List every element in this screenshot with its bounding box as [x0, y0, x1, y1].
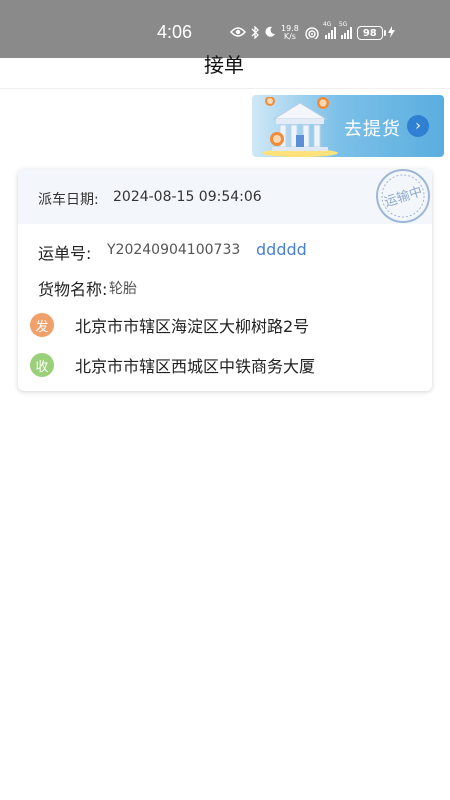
dispatch-date-label: 派车日期:: [38, 192, 99, 208]
signal-tag-5g: 5G: [338, 21, 348, 28]
waybill-extra-link[interactable]: ddddd: [256, 240, 307, 259]
sender-address: 北京市市辖区海淀区大柳树路2号: [75, 317, 310, 336]
page-header: 接单: [0, 53, 450, 89]
net-speed: 19.8 K/s: [281, 25, 299, 41]
stamp-icon: 运输中: [376, 169, 430, 223]
building-icon: [262, 97, 338, 157]
battery-icon: 98: [356, 26, 386, 40]
dispatch-date-value: 2024-08-15 09:54:06: [113, 189, 262, 205]
chevron-right-icon: ›: [407, 115, 429, 137]
signal-tag-4g: 4G: [322, 21, 332, 28]
waybill-label: 运单号:: [38, 244, 92, 263]
bluetooth-icon: [251, 24, 259, 41]
net-speed-unit: K/s: [283, 32, 296, 41]
receiver-address-row: 收 北京市市辖区西城区中铁商务大厦: [30, 352, 315, 378]
signal-icon: 5G: [339, 21, 352, 39]
pickup-banner-button[interactable]: 去提货 ›: [252, 95, 444, 157]
charging-icon: [387, 26, 395, 40]
pickup-label: 去提货: [344, 119, 401, 140]
eye-icon: [230, 26, 246, 40]
receiver-badge: 收: [30, 353, 54, 377]
receiver-address: 北京市市辖区西城区中铁商务大厦: [75, 357, 316, 376]
moon-icon: [264, 26, 276, 40]
page-title: 接单: [204, 53, 244, 77]
status-icons: 19.8 K/s 4G 5G 98: [230, 21, 395, 42]
order-card[interactable]: 派车日期: 2024-08-15 09:54:06 运输中 运单号: Y2024…: [18, 169, 432, 391]
goods-name-value: 轮胎: [109, 281, 137, 297]
waybill-number: Y20240904100733: [107, 242, 241, 258]
goods-name-label: 货物名称:: [38, 280, 108, 299]
order-card-header: 派车日期: 2024-08-15 09:54:06 运输中: [18, 169, 432, 224]
stamp-text: 运输中: [382, 183, 424, 210]
wifi-icon: [304, 26, 320, 41]
status-time: 4:06: [157, 22, 193, 42]
signal-icon: 4G: [323, 21, 336, 39]
sender-badge: 发: [30, 313, 54, 337]
sender-address-row: 发 北京市市辖区海淀区大柳树路2号: [30, 312, 309, 338]
